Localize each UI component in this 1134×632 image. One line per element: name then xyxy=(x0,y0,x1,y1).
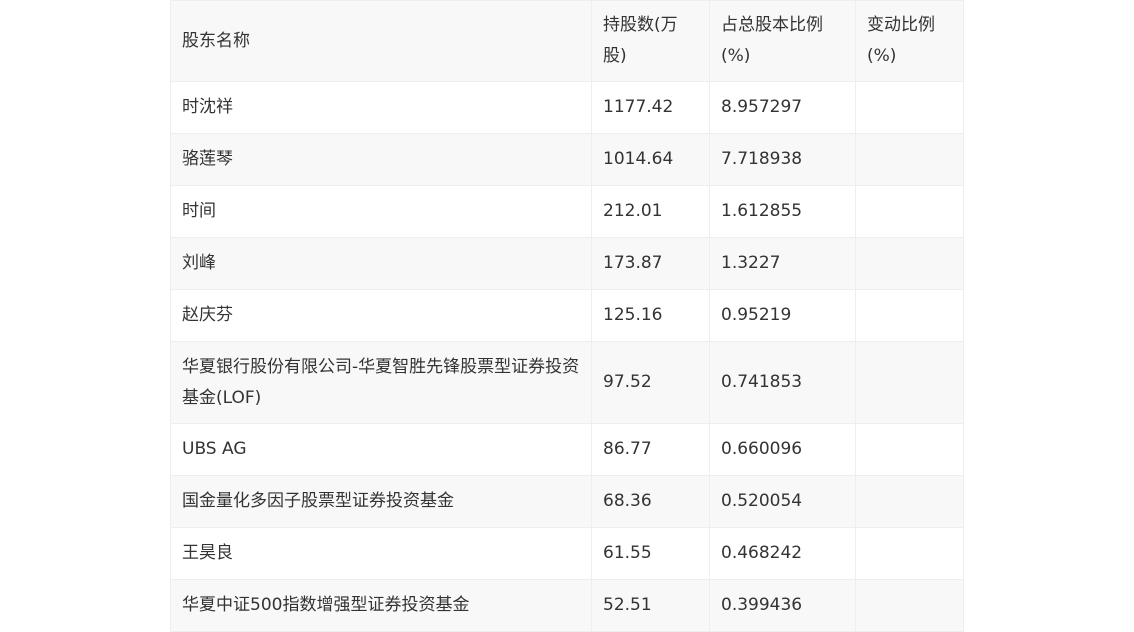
header-shares: 持股数(万股) xyxy=(591,0,710,82)
cell-change-ratio xyxy=(855,579,964,632)
cell-shareholder-name: UBS AG xyxy=(170,423,592,476)
table-row: UBS AG 86.77 0.660096 xyxy=(170,423,964,476)
table-row: 刘峰 173.87 1.3227 xyxy=(170,237,964,290)
cell-share-ratio: 1.3227 xyxy=(709,237,856,290)
cell-change-ratio xyxy=(855,341,964,424)
cell-share-ratio: 1.612855 xyxy=(709,185,856,238)
cell-shares: 125.16 xyxy=(591,289,710,342)
cell-shares: 86.77 xyxy=(591,423,710,476)
table-row: 华夏银行股份有限公司-华夏智胜先锋股票型证券投资基金(LOF) 97.52 0.… xyxy=(170,341,964,424)
cell-share-ratio: 0.520054 xyxy=(709,475,856,528)
cell-change-ratio xyxy=(855,81,964,134)
header-shareholder-name: 股东名称 xyxy=(170,0,592,82)
cell-shares: 52.51 xyxy=(591,579,710,632)
cell-shares: 61.55 xyxy=(591,527,710,580)
header-change-ratio: 变动比例(%) xyxy=(855,0,964,82)
cell-shares: 173.87 xyxy=(591,237,710,290)
table-row: 骆莲琴 1014.64 7.718938 xyxy=(170,133,964,186)
cell-shareholder-name: 国金量化多因子股票型证券投资基金 xyxy=(170,475,592,528)
header-share-ratio: 占总股本比例(%) xyxy=(709,0,856,82)
cell-share-ratio: 8.957297 xyxy=(709,81,856,134)
table-row: 赵庆芬 125.16 0.95219 xyxy=(170,289,964,342)
shareholder-table: 股东名称 持股数(万股) 占总股本比例(%) 变动比例(%) 时沈祥 1177.… xyxy=(170,0,964,632)
cell-shareholder-name: 刘峰 xyxy=(170,237,592,290)
table-row: 时沈祥 1177.42 8.957297 xyxy=(170,81,964,134)
table-row: 国金量化多因子股票型证券投资基金 68.36 0.520054 xyxy=(170,475,964,528)
cell-shares: 1177.42 xyxy=(591,81,710,134)
cell-change-ratio xyxy=(855,185,964,238)
cell-share-ratio: 0.399436 xyxy=(709,579,856,632)
cell-share-ratio: 0.741853 xyxy=(709,341,856,424)
cell-shareholder-name: 时间 xyxy=(170,185,592,238)
cell-shares: 97.52 xyxy=(591,341,710,424)
cell-share-ratio: 0.95219 xyxy=(709,289,856,342)
cell-shareholder-name: 华夏银行股份有限公司-华夏智胜先锋股票型证券投资基金(LOF) xyxy=(170,341,592,424)
cell-shareholder-name: 骆莲琴 xyxy=(170,133,592,186)
cell-shareholder-name: 华夏中证500指数增强型证券投资基金 xyxy=(170,579,592,632)
cell-change-ratio xyxy=(855,133,964,186)
shareholder-table-container: 股东名称 持股数(万股) 占总股本比例(%) 变动比例(%) 时沈祥 1177.… xyxy=(170,0,964,632)
cell-share-ratio: 7.718938 xyxy=(709,133,856,186)
cell-change-ratio xyxy=(855,475,964,528)
cell-shares: 1014.64 xyxy=(591,133,710,186)
table-row: 时间 212.01 1.612855 xyxy=(170,185,964,238)
cell-share-ratio: 0.660096 xyxy=(709,423,856,476)
cell-change-ratio xyxy=(855,237,964,290)
cell-change-ratio xyxy=(855,527,964,580)
table-row: 华夏中证500指数增强型证券投资基金 52.51 0.399436 xyxy=(170,579,964,632)
cell-change-ratio xyxy=(855,423,964,476)
table-row: 王昊良 61.55 0.468242 xyxy=(170,527,964,580)
cell-change-ratio xyxy=(855,289,964,342)
cell-shareholder-name: 时沈祥 xyxy=(170,81,592,134)
cell-shares: 212.01 xyxy=(591,185,710,238)
cell-share-ratio: 0.468242 xyxy=(709,527,856,580)
table-header-row: 股东名称 持股数(万股) 占总股本比例(%) 变动比例(%) xyxy=(170,0,964,82)
cell-shareholder-name: 赵庆芬 xyxy=(170,289,592,342)
cell-shares: 68.36 xyxy=(591,475,710,528)
cell-shareholder-name: 王昊良 xyxy=(170,527,592,580)
